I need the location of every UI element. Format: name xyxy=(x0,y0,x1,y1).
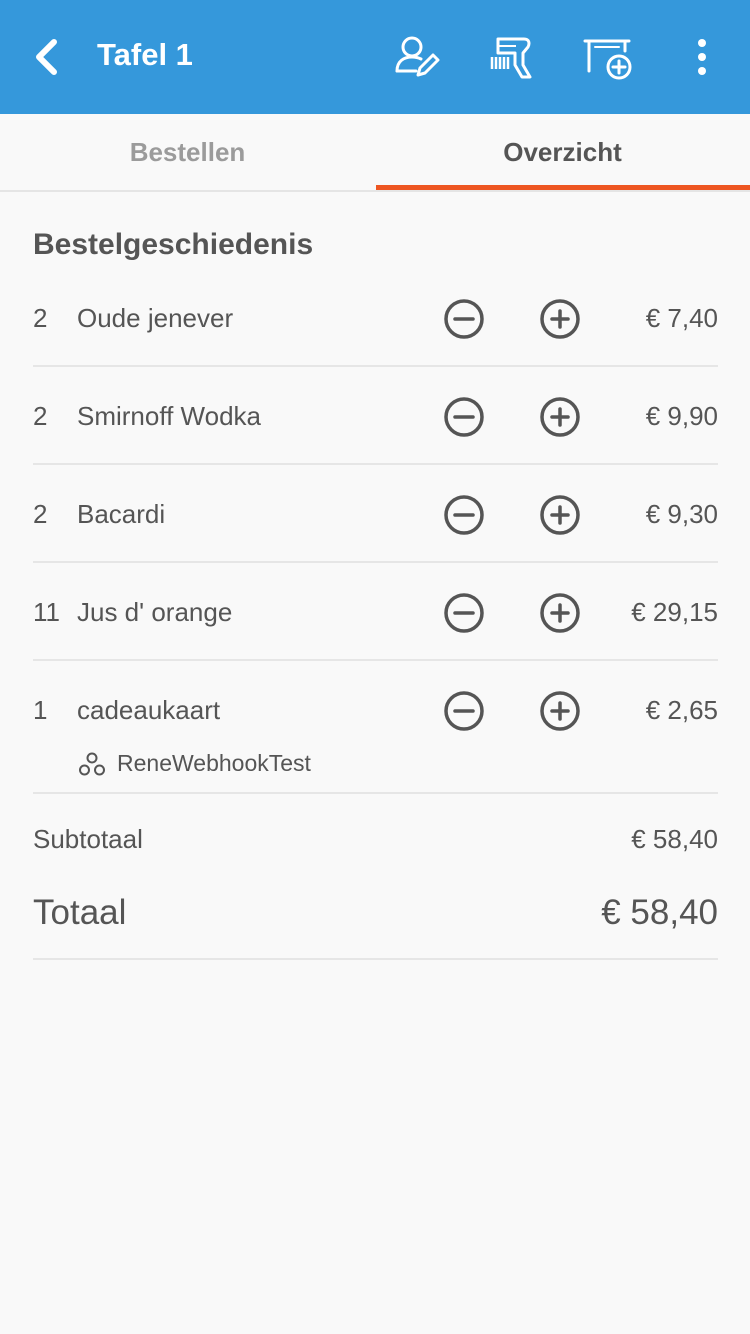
order-note-text: ReneWebhookTest xyxy=(117,750,311,776)
order-price: € 2,65 xyxy=(645,695,718,725)
page-title: Tafel 1 xyxy=(97,37,193,72)
increase-button[interactable] xyxy=(539,592,581,634)
add-table-button[interactable] xyxy=(578,28,636,86)
minus-circle-icon xyxy=(444,495,484,535)
order-quantity: 2 xyxy=(33,401,48,431)
order-item-name: Oude jenever xyxy=(77,303,234,333)
order-item-name: Bacardi xyxy=(77,499,166,529)
plus-circle-icon xyxy=(540,593,580,633)
order-row: 2 Bacardi € 9,30 xyxy=(33,494,718,563)
decrease-button[interactable] xyxy=(443,690,485,732)
edit-customer-icon xyxy=(395,36,440,77)
total-row: Totaal € 58,40 xyxy=(33,886,718,960)
order-price: € 9,90 xyxy=(645,401,718,431)
order-row: 2 Oude jenever € 7,40 xyxy=(33,298,718,367)
order-price: € 7,40 xyxy=(645,303,718,333)
subtotal-row: Subtotaal € 58,40 xyxy=(33,820,718,860)
decrease-button[interactable] xyxy=(443,494,485,536)
order-note: ReneWebhookTest xyxy=(79,750,311,777)
order-row: 11 Jus d' orange € 29,15 xyxy=(33,592,718,661)
edit-customer-button[interactable] xyxy=(387,28,445,86)
plus-circle-icon xyxy=(540,299,580,339)
section-title: Bestelgeschiedenis xyxy=(33,228,314,261)
tab-bestellen[interactable]: Bestellen xyxy=(0,114,375,190)
minus-circle-icon xyxy=(444,397,484,437)
order-item-name: Smirnoff Wodka xyxy=(77,401,262,431)
order-quantity: 2 xyxy=(33,303,48,333)
decrease-button[interactable] xyxy=(443,298,485,340)
share-icon xyxy=(79,752,105,775)
order-quantity: 1 xyxy=(33,695,48,725)
order-price: € 29,15 xyxy=(631,597,718,627)
order-item-name: cadeaukaart xyxy=(77,695,221,725)
back-button[interactable] xyxy=(24,30,68,84)
decrease-button[interactable] xyxy=(443,396,485,438)
subtotal-value: € 58,40 xyxy=(631,824,718,854)
active-tab-indicator xyxy=(376,185,750,190)
subtotal-label: Subtotaal xyxy=(33,824,143,854)
more-vertical-icon xyxy=(698,39,706,75)
minus-circle-icon xyxy=(444,691,484,731)
add-table-icon xyxy=(583,39,632,80)
more-options-button[interactable] xyxy=(673,28,731,86)
plus-circle-icon xyxy=(540,397,580,437)
decrease-button[interactable] xyxy=(443,592,485,634)
tab-bar: Bestellen Overzicht xyxy=(0,114,750,192)
order-row: 2 Smirnoff Wodka € 9,90 xyxy=(33,396,718,465)
barcode-scanner-icon xyxy=(490,37,532,79)
chevron-left-icon xyxy=(36,39,57,75)
total-value: € 58,40 xyxy=(601,893,718,932)
total-label: Totaal xyxy=(33,893,127,932)
barcode-scanner-button[interactable] xyxy=(481,28,539,86)
increase-button[interactable] xyxy=(539,298,581,340)
tab-overzicht[interactable]: Overzicht xyxy=(375,114,750,190)
order-quantity: 11 xyxy=(33,597,60,627)
order-item-name: Jus d' orange xyxy=(77,597,233,627)
order-row: 1 cadeaukaart € 2,65 ReneWebhookTest xyxy=(33,690,718,794)
minus-circle-icon xyxy=(444,299,484,339)
increase-button[interactable] xyxy=(539,494,581,536)
increase-button[interactable] xyxy=(539,690,581,732)
plus-circle-icon xyxy=(540,495,580,535)
increase-button[interactable] xyxy=(539,396,581,438)
order-quantity: 2 xyxy=(33,499,48,529)
minus-circle-icon xyxy=(444,593,484,633)
plus-circle-icon xyxy=(540,691,580,731)
order-price: € 9,30 xyxy=(645,499,718,529)
app-bar: Tafel 1 xyxy=(0,0,750,114)
